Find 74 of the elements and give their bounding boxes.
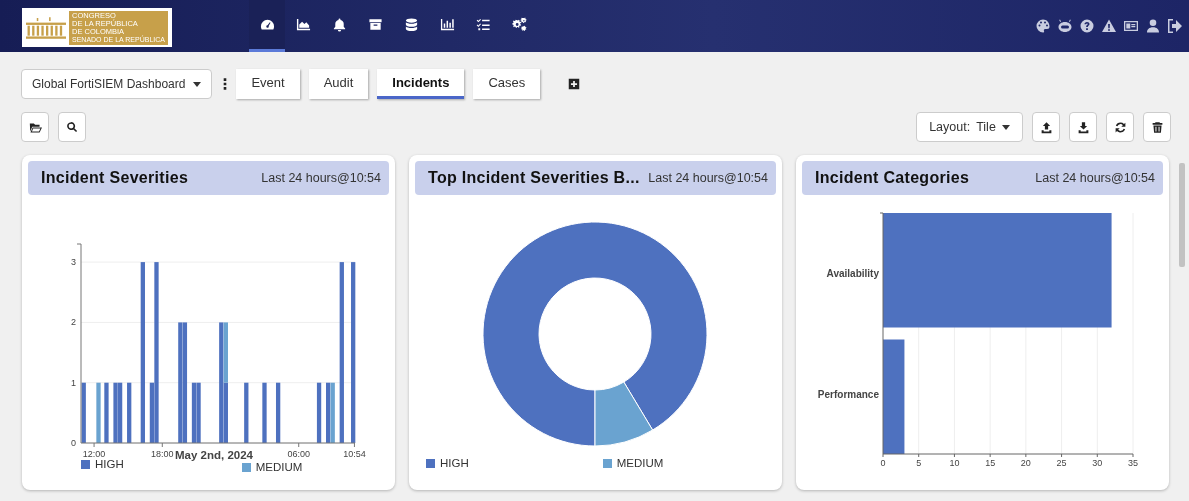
add-icon [567, 77, 582, 91]
bar [276, 382, 281, 443]
tab[interactable]: Audit [308, 69, 369, 99]
bar [81, 382, 86, 443]
user-icon [1145, 18, 1161, 34]
delete-button[interactable] [1143, 112, 1171, 142]
help-icon [1079, 18, 1095, 34]
id-card-icon [1123, 18, 1139, 34]
axis-label: 25 [1056, 458, 1067, 468]
widget-title: Incident Severities [41, 169, 189, 187]
axis-label: 2 [71, 317, 76, 328]
axis-label: 5 [916, 458, 922, 468]
axis-label: 35 [1128, 458, 1138, 468]
open-button[interactable] [21, 112, 49, 142]
dashboard-icon [259, 17, 275, 32]
category-label: Availability [826, 268, 879, 280]
bar [262, 382, 267, 443]
axis-title: May 2nd, 2024 [175, 449, 253, 461]
bar [127, 382, 132, 443]
axis-label: 3 [71, 257, 76, 268]
bar [104, 382, 109, 443]
axis-label: 06:00 [287, 449, 310, 459]
download-icon [1076, 120, 1090, 134]
axis-label: 18:00 [151, 449, 174, 459]
archive-icon [367, 17, 383, 32]
download-button[interactable] [1069, 112, 1097, 142]
axis-label: 10 [949, 458, 960, 468]
time-range: Last 24 hours@10:54 [648, 171, 768, 185]
logout-icon [1167, 18, 1183, 34]
bar [244, 382, 249, 443]
layout-dropdown[interactable]: Layout: Tile [916, 112, 1023, 142]
bar [96, 382, 101, 443]
bar [316, 382, 322, 443]
time-range: Last 24 hours@10:54 [1035, 171, 1155, 185]
axis-label: 1 [71, 377, 76, 388]
axis-label: 0 [71, 438, 76, 448]
widget-title: Incident Categories [815, 169, 970, 187]
nav-button[interactable] [249, 0, 285, 52]
database-icon [403, 17, 419, 32]
eye-icon [1057, 18, 1073, 34]
trash-icon [1150, 120, 1164, 134]
search-icon [66, 121, 78, 133]
area-chart-icon [295, 17, 311, 32]
axis-label: 0 [880, 458, 886, 468]
category-label: Performance [817, 388, 879, 400]
palette-icon [1035, 18, 1051, 34]
tab[interactable]: Event [236, 69, 300, 99]
upload-icon [1039, 120, 1053, 134]
legend-label: MEDIUM [616, 457, 664, 469]
axis-label: 12:00 [82, 449, 106, 459]
refresh-icon [1113, 120, 1127, 134]
caret-icon [1001, 124, 1010, 130]
tab[interactable]: Cases [473, 69, 541, 99]
upload-button[interactable] [1032, 112, 1060, 142]
bell-icon [331, 17, 347, 32]
checklist-icon [475, 17, 491, 32]
caret-icon [193, 81, 202, 87]
warning-icon [1101, 18, 1117, 34]
search-button[interactable] [58, 112, 86, 142]
axis-label: 30 [1092, 458, 1103, 468]
dashboard-dropdown[interactable]: Global FortiSIEM Dashboard [21, 69, 213, 99]
refresh-button[interactable] [1106, 112, 1134, 142]
legend-label: HIGH [95, 458, 124, 470]
axis-label: 15 [985, 458, 996, 468]
folder-icon [28, 120, 42, 134]
legend-label: HIGH [440, 457, 469, 469]
settings-icon [511, 17, 527, 32]
time-range: Last 24 hours@10:54 [261, 171, 381, 185]
tab[interactable]: Incidents [377, 69, 465, 99]
axis-label: 20 [1020, 458, 1031, 468]
axis-label: 10:54 [343, 449, 366, 459]
widget-title: Top Incident Severities B... [428, 169, 640, 187]
bar-chart-icon [439, 17, 455, 32]
legend-label: MEDIUM [255, 461, 303, 473]
